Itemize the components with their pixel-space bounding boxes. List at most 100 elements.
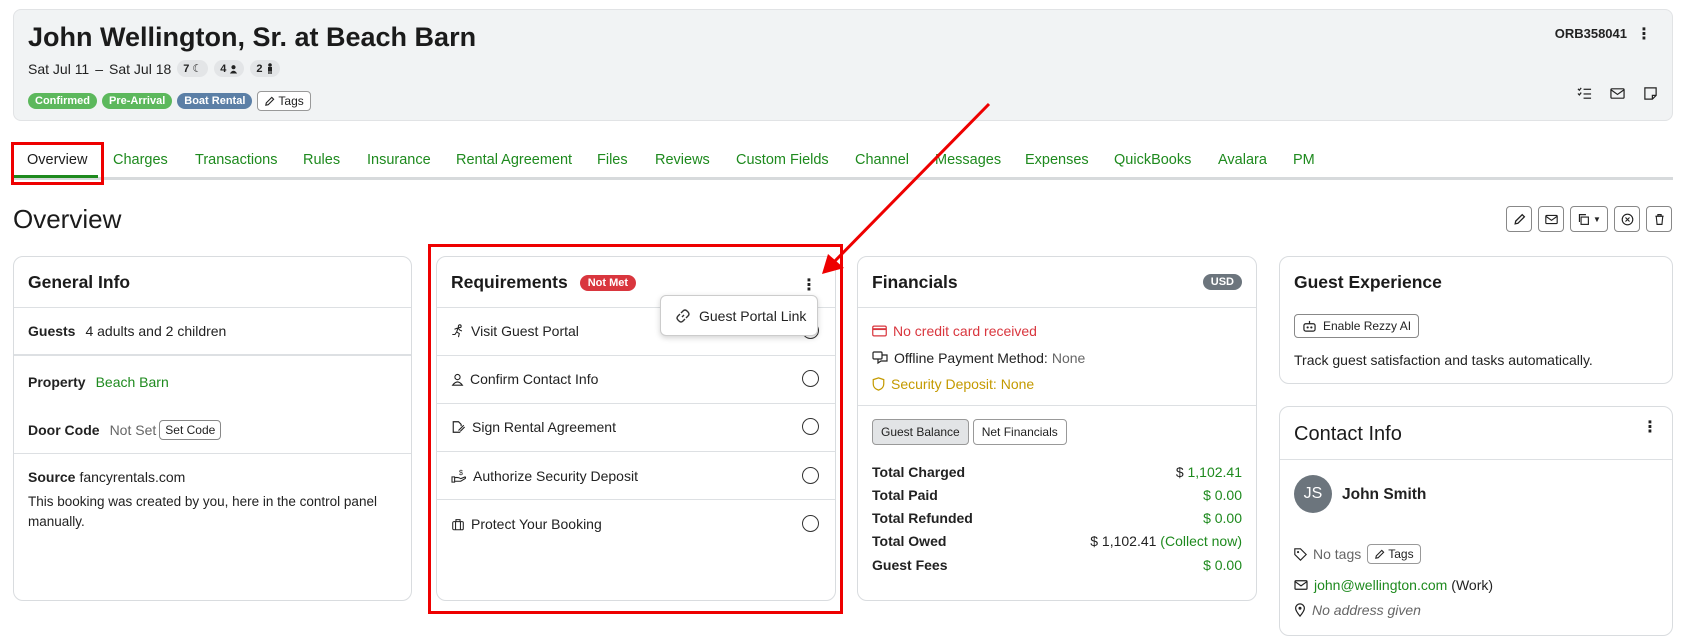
- tab-rules[interactable]: Rules: [303, 152, 340, 168]
- offline-payment-value: None: [1051, 350, 1086, 366]
- overview-toolbar: ▼: [1506, 206, 1672, 232]
- copy-icon: [1578, 213, 1589, 225]
- contact-more-icon[interactable]: ⋮: [1642, 417, 1658, 437]
- contact-info-title: Contact Info: [1294, 423, 1402, 445]
- contact-tags-button[interactable]: Tags: [1367, 544, 1421, 564]
- reservation-number: ORB358041: [1554, 26, 1627, 41]
- tab-avalara[interactable]: Avalara: [1218, 152, 1267, 168]
- header-actions: [1577, 86, 1658, 101]
- enable-rezzy-ai-label: Enable Rezzy AI: [1323, 319, 1412, 333]
- guest-experience-title: Guest Experience: [1294, 272, 1442, 292]
- tab-custom-fields[interactable]: Custom Fields: [736, 152, 829, 168]
- guest-balance-toggle[interactable]: Guest Balance: [872, 419, 969, 445]
- set-code-button[interactable]: Set Code: [159, 420, 222, 440]
- contact-tags-row: No tags Tags: [1294, 544, 1421, 564]
- circle-x-icon: [1621, 213, 1633, 225]
- pencil-icon: [1375, 549, 1385, 559]
- total-charged-label: Total Charged: [872, 464, 966, 480]
- credit-card-icon: [872, 325, 887, 337]
- total-owed-value: 1,102.41: [1101, 533, 1157, 549]
- child-icon: [267, 63, 272, 74]
- tab-bar: Overview Charges Transactions Rules Insu…: [13, 138, 1673, 180]
- header-more-icon[interactable]: ⋮: [1636, 24, 1652, 44]
- children-count: 2: [256, 62, 263, 75]
- boat-rental-badge: Boat Rental: [177, 93, 253, 109]
- adults-pill: 4: [214, 60, 245, 77]
- financials-toggle: Guest Balance Net Financials: [872, 419, 1067, 445]
- security-deposit-row: Security Deposit: None: [872, 376, 1034, 392]
- tab-reviews[interactable]: Reviews: [655, 152, 710, 168]
- contact-email-link[interactable]: john@wellington.com: [1314, 577, 1447, 593]
- property-row: Property Beach Barn: [28, 374, 169, 390]
- tab-charges[interactable]: Charges: [113, 152, 168, 168]
- contact-email-row: john@wellington.com (Work): [1294, 577, 1493, 593]
- total-owed-label: Total Owed: [872, 533, 947, 549]
- currency-symbol: $: [1090, 533, 1099, 549]
- delete-button[interactable]: [1646, 206, 1672, 232]
- tags-button[interactable]: Tags: [257, 91, 311, 111]
- enable-rezzy-ai-button[interactable]: Enable Rezzy AI: [1294, 314, 1420, 338]
- shield-icon: [872, 377, 885, 391]
- property-link[interactable]: Beach Barn: [96, 374, 169, 390]
- envelope-icon: [1544, 214, 1558, 224]
- tags-label: Tags: [1388, 547, 1414, 561]
- total-charged-value: 1,102.41: [1187, 464, 1243, 480]
- pencil-icon: [265, 96, 275, 106]
- envelope-icon[interactable]: [1610, 86, 1625, 101]
- edit-button[interactable]: [1506, 206, 1532, 232]
- tab-quickbooks[interactable]: QuickBooks: [1114, 152, 1191, 168]
- tab-transactions[interactable]: Transactions: [195, 152, 277, 168]
- guests-value: 4 adults and 2 children: [85, 323, 227, 339]
- total-refunded-label: Total Refunded: [872, 510, 973, 526]
- tab-files[interactable]: Files: [597, 152, 628, 168]
- no-credit-card-row: No credit card received: [872, 323, 1037, 339]
- envelope-icon: [1294, 580, 1308, 590]
- tab-expenses[interactable]: Expenses: [1025, 152, 1089, 168]
- total-refunded-value: 0.00: [1214, 510, 1242, 526]
- guest-fees-value: 0.00: [1214, 557, 1242, 573]
- section-title: Overview: [13, 204, 122, 234]
- map-pin-icon: [1295, 603, 1305, 617]
- annotation-box-requirements: [428, 244, 843, 614]
- tab-rental-agreement[interactable]: Rental Agreement: [456, 152, 572, 168]
- offline-payment-row: Offline Payment Method: None: [872, 350, 1085, 366]
- tag-icon: [1294, 547, 1307, 561]
- date-end: Sat Jul 18: [109, 60, 172, 77]
- email-button[interactable]: [1538, 206, 1564, 232]
- date-separator: –: [95, 60, 104, 77]
- tab-messages[interactable]: Messages: [935, 152, 1001, 168]
- note-icon[interactable]: [1643, 86, 1658, 101]
- currency-badge: USD: [1202, 274, 1242, 290]
- confirmed-badge: Confirmed: [28, 93, 97, 109]
- door-code-value: Not Set: [109, 422, 157, 438]
- contact-address-row: No address given: [1294, 602, 1421, 618]
- collect-now-link[interactable]: (Collect now): [1160, 533, 1242, 549]
- contact-name[interactable]: John Smith: [1342, 486, 1426, 504]
- source-note: This booking was created by you, here in…: [28, 494, 377, 529]
- currency-symbol: $: [1175, 464, 1184, 480]
- property-label: Property: [28, 374, 86, 390]
- pencil-icon: [1513, 213, 1525, 225]
- guests-row: Guests 4 adults and 2 children: [28, 323, 226, 339]
- tab-channel[interactable]: Channel: [855, 152, 909, 168]
- cancel-button[interactable]: [1614, 206, 1640, 232]
- tab-insurance[interactable]: Insurance: [367, 152, 431, 168]
- currency-symbol: $: [1203, 510, 1211, 526]
- tab-pm[interactable]: PM: [1293, 152, 1315, 168]
- contact-address: No address given: [1312, 602, 1421, 618]
- currency-symbol: $: [1203, 557, 1211, 573]
- total-charged-row: Total Charged $ 1,102.41: [872, 464, 1242, 480]
- net-financials-toggle[interactable]: Net Financials: [972, 419, 1067, 445]
- no-tags-text: No tags: [1313, 546, 1362, 562]
- checklist-icon[interactable]: [1577, 86, 1592, 101]
- financials-card: Financials USD No credit card received O…: [857, 256, 1257, 601]
- trash-icon: [1654, 213, 1664, 225]
- general-info-card: General Info Guests 4 adults and 2 child…: [13, 256, 412, 601]
- source-label: Source: [28, 469, 76, 485]
- guest-experience-card: Guest Experience Enable Rezzy AI Track g…: [1279, 256, 1673, 384]
- nights-pill: 7 ☾: [177, 60, 209, 77]
- copy-dropdown-button[interactable]: ▼: [1570, 206, 1608, 232]
- currency-symbol: $: [1203, 487, 1211, 503]
- source-value: fancyrentals.com: [79, 469, 186, 485]
- door-code-row: Door Code Not Set Set Code: [28, 420, 222, 440]
